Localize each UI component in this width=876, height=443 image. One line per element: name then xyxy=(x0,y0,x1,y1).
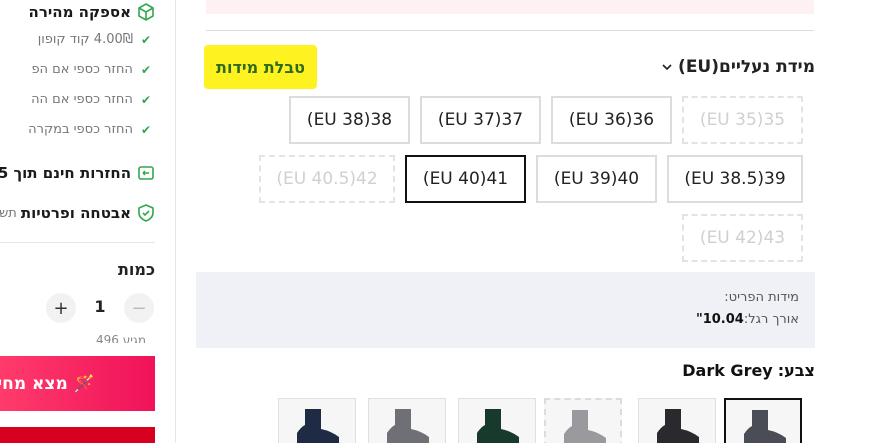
chevron-down-icon[interactable] xyxy=(662,62,672,72)
item-dimensions-box: מידות הפריט: אורך רגל:10.04" xyxy=(196,272,815,348)
foot-length-line: אורך רגל:10.04" xyxy=(196,312,799,328)
color-swatch-dark-grey[interactable] xyxy=(724,398,802,443)
boot-thumbnail xyxy=(387,409,429,443)
refund-line: ✔ החזר כספי במקרה xyxy=(28,122,155,137)
quantity-decrease-button[interactable]: − xyxy=(124,293,154,323)
boot-thumbnail xyxy=(744,410,786,443)
quantity-note: 496 מגיע xyxy=(96,333,147,343)
size-selector-header[interactable]: מידת נעליים(EU) xyxy=(662,52,815,82)
size-selector-title: מידת נעליים(EU) xyxy=(678,57,815,77)
size-option-41[interactable]: 41(EU 40) xyxy=(405,155,526,203)
divider xyxy=(206,30,814,31)
return-icon xyxy=(137,164,155,182)
color-swatch-light-grey[interactable] xyxy=(544,398,622,443)
refund-text: החזר כספי אם הה xyxy=(31,92,133,107)
fast-delivery-label: אספקה מהירה xyxy=(28,3,131,21)
size-option-43[interactable]: 43(EU 42) xyxy=(682,214,803,262)
refund-line: ✔ החזר כספי אם הפ xyxy=(31,62,155,77)
size-option-35[interactable]: 35(EU 35) xyxy=(682,96,803,144)
color-value: Dark Grey xyxy=(682,360,773,380)
size-option-40[interactable]: 40(EU 39) xyxy=(536,155,657,203)
refund-line: ✔ החזר כספי אם הה xyxy=(31,92,155,107)
size-chart-link[interactable]: טבלת מידות xyxy=(204,45,317,89)
size-option-39[interactable]: 39(EU 38.5) xyxy=(667,155,803,203)
privacy-label: אבטחה ופרטיות xyxy=(20,204,131,222)
privacy-row: אבטחה ופרטיות תש xyxy=(0,204,155,222)
privacy-tail: תש xyxy=(0,205,17,221)
size-option-38[interactable]: 38(EU 38) xyxy=(289,96,410,144)
color-selector-header: צבע: Dark Grey xyxy=(682,358,815,382)
boot-thumbnail xyxy=(297,409,339,443)
color-swatch-grey[interactable] xyxy=(368,398,446,443)
find-similar-button[interactable]: 🪄 מצא מחי xyxy=(0,356,155,411)
coupon-line: ✔ 4.00₪ קוד קופון xyxy=(38,32,155,47)
foot-length-label: אורך רגל: xyxy=(743,312,799,327)
divider xyxy=(0,242,155,243)
shield-icon xyxy=(137,204,155,222)
quantity-label: כמות xyxy=(117,260,155,279)
coupon-text: 4.00₪ קוד קופון xyxy=(37,32,133,47)
boot-thumbnail xyxy=(657,409,699,443)
check-icon: ✔ xyxy=(140,122,151,137)
promo-banner-strip xyxy=(206,0,814,14)
product-options-panel: מידת נעליים(EU) טבלת מידות 35(EU 35) 36(… xyxy=(196,0,815,443)
buy-now-button[interactable] xyxy=(0,427,155,443)
free-returns-label: החזרות חינם תוך 5 xyxy=(0,164,131,182)
color-swatch-navy[interactable] xyxy=(278,398,356,443)
free-returns-row: החזרות חינם תוך 5 xyxy=(0,164,155,182)
box-icon xyxy=(137,3,155,21)
color-label: צבע: xyxy=(777,360,815,380)
foot-length-value: 10.04" xyxy=(695,312,744,327)
fast-delivery-row: אספקה מהירה xyxy=(29,3,155,21)
color-swatch-dark-green[interactable] xyxy=(458,398,536,443)
magic-wand-icon: 🪄 xyxy=(73,373,95,394)
color-swatch-black[interactable] xyxy=(638,398,716,443)
boot-thumbnail xyxy=(477,409,519,443)
find-similar-label: מצא מחי xyxy=(0,373,68,394)
quantity-value[interactable]: 1 xyxy=(92,297,108,316)
size-option-42[interactable]: 42(EU 40.5) xyxy=(259,155,395,203)
check-icon: ✔ xyxy=(140,92,151,107)
refund-text: החזר כספי במקרה xyxy=(28,122,133,137)
refund-text: החזר כספי אם הפ xyxy=(31,62,133,77)
quantity-increase-button[interactable]: + xyxy=(46,293,76,323)
boot-thumbnail xyxy=(564,410,606,443)
check-icon: ✔ xyxy=(140,32,151,47)
check-icon: ✔ xyxy=(140,62,151,77)
purchase-sidebar: אספקה מהירה ✔ 4.00₪ קוד קופון ✔ החזר כספ… xyxy=(0,0,176,443)
size-option-36[interactable]: 36(EU 36) xyxy=(551,96,672,144)
item-dimensions-title: מידות הפריט: xyxy=(724,290,799,305)
size-option-37[interactable]: 37(EU 37) xyxy=(420,96,541,144)
